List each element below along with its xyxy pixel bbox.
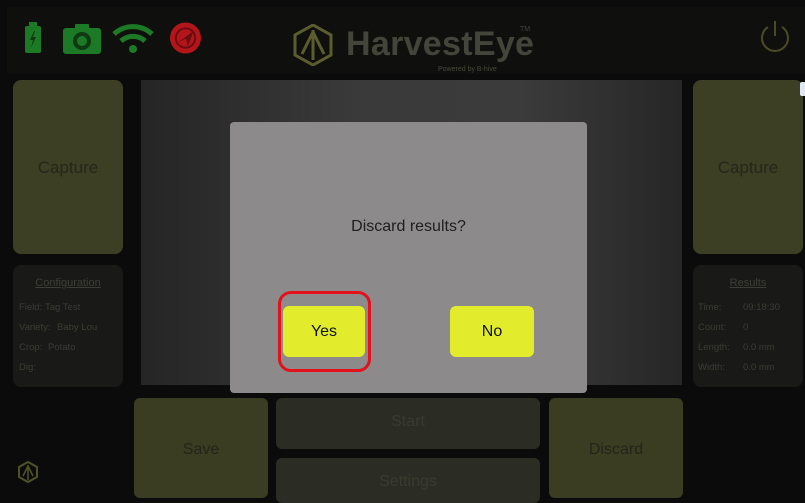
config-row-crop: Crop: Potato: [19, 342, 76, 353]
config-row-field: Field: Tag Test: [19, 302, 81, 313]
settings-button[interactable]: Settings: [276, 458, 540, 503]
results-row-time: Time: 09:18:30: [698, 302, 780, 313]
yes-button-highlight: [278, 291, 371, 372]
results-row-width: Width: 0.0 mm: [698, 362, 775, 373]
capture-label: Capture: [37, 158, 99, 177]
results-row-length: Length: 0.0 mm: [698, 342, 775, 353]
configuration-title: Configuration: [35, 277, 101, 289]
config-row-dig: Dig:: [19, 362, 36, 373]
capture-button-right[interactable]: Capture: [693, 80, 803, 254]
brand-tagline: Powered by B-hive: [438, 66, 497, 73]
power-button[interactable]: [757, 19, 793, 55]
discard-label: Discard: [588, 441, 644, 458]
start-button[interactable]: Start: [276, 398, 540, 449]
discard-button[interactable]: Discard: [549, 398, 683, 498]
config-row-variety: Variety: Baby Lou: [19, 322, 98, 333]
wifi-icon: [112, 24, 154, 53]
start-label: Start: [391, 413, 425, 430]
dialog-message: Discard results?: [351, 218, 466, 235]
battery-icon: [25, 22, 41, 53]
brand-trademark: TM: [520, 26, 531, 33]
results-row-count: Count: 0: [698, 322, 749, 333]
configuration-panel: Configuration Field: Tag Test Variety: Bab…: [13, 265, 123, 387]
capture-label: Capture: [717, 158, 779, 177]
save-button[interactable]: Save: [134, 398, 268, 498]
results-title: Results: [729, 277, 767, 289]
no-button[interactable]: No: [450, 306, 534, 357]
save-label: Save: [182, 441, 220, 458]
camera-icon: [63, 24, 101, 54]
settings-label: Settings: [379, 473, 437, 490]
harvesteye-small-logo-icon: [18, 461, 38, 483]
harvesteye-logo-icon: [293, 24, 333, 66]
gps-icon: [169, 22, 202, 54]
results-panel: Results Time: 09:18:30 Count: 0 Length: 0.0…: [693, 265, 803, 387]
edge-indicator: [800, 82, 805, 96]
capture-button-left[interactable]: Capture: [13, 80, 123, 254]
brand-name: HarvestEye: [346, 25, 535, 63]
